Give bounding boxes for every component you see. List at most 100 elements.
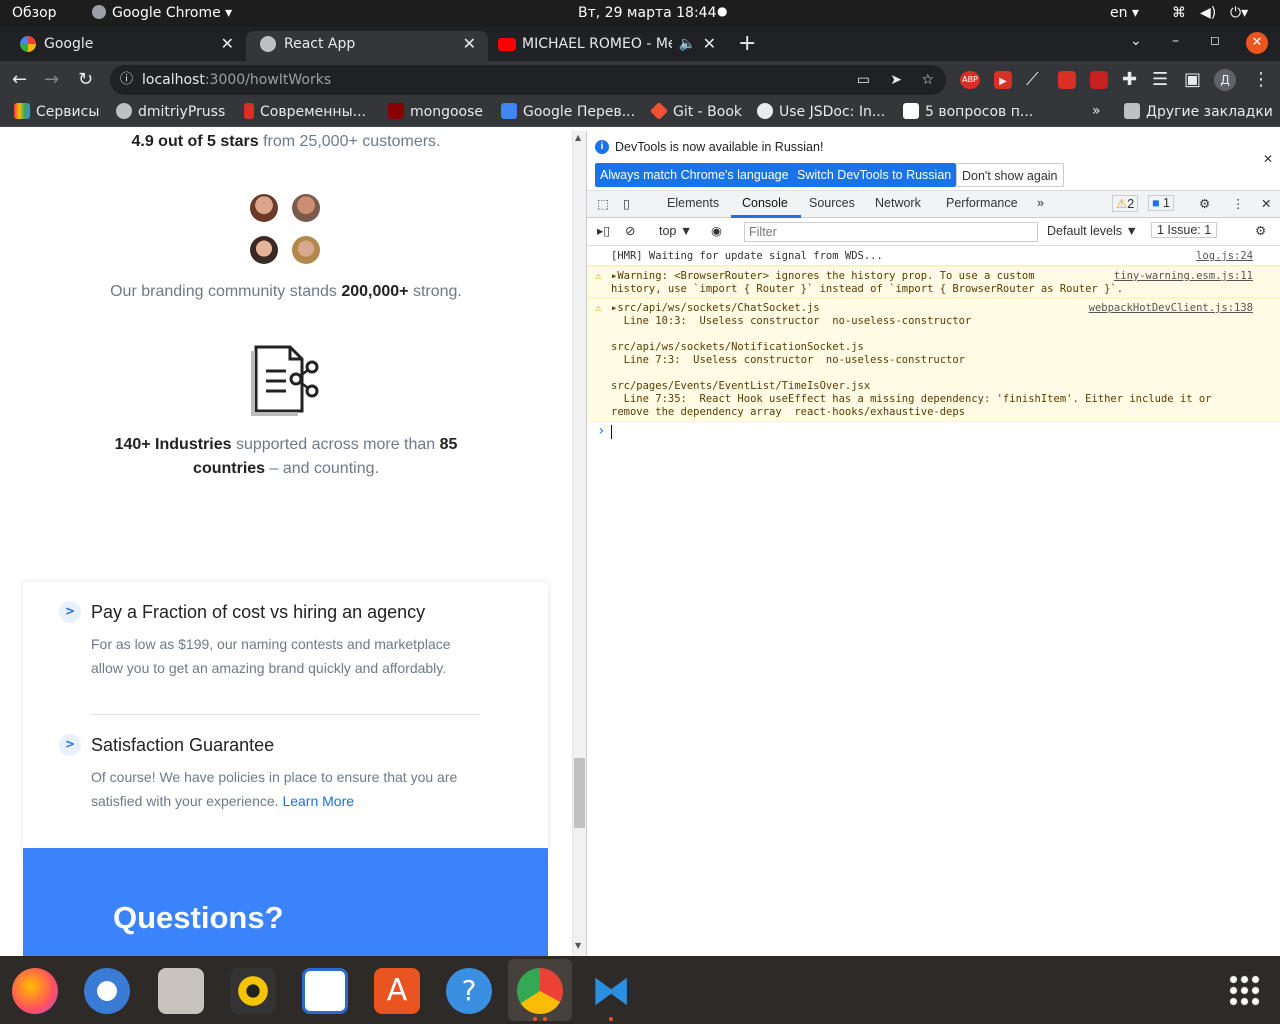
globe-favicon-icon — [260, 36, 276, 52]
device-toolbar-icon[interactable]: ▯ — [623, 196, 630, 211]
scroll-thumb[interactable] — [574, 758, 585, 828]
bookmark-star-icon[interactable]: ☆ — [921, 65, 934, 95]
log-levels-dropdown[interactable]: Default levels ▼ — [1047, 224, 1138, 238]
tab-youtube[interactable]: MICHAEL ROMEO - Me 🔈 ✕ — [488, 31, 728, 61]
extension-red-icon[interactable]: ▶ — [994, 71, 1012, 89]
warning-details[interactable]: ▸src/api/ws/sockets/ChatSocket.js Line 1… — [611, 302, 1212, 419]
tab-title: MICHAEL ROMEO - Me — [522, 36, 672, 52]
tab-network[interactable]: Network — [875, 196, 921, 210]
tab-elements[interactable]: Elements — [667, 196, 719, 210]
messages-badge[interactable]: ■ 1 — [1148, 195, 1174, 211]
warning-message[interactable]: ▸Warning: <BrowserRouter> ignores the hi… — [611, 270, 1035, 282]
issues-button[interactable]: 1 Issue: 1 — [1151, 222, 1218, 238]
network-icon[interactable]: ⌘ — [1172, 5, 1186, 21]
firefox-icon[interactable] — [12, 968, 58, 1014]
more-menu-icon[interactable]: ⋮ — [1252, 69, 1270, 91]
bookmark-questions[interactable]: 5 вопросов п... — [903, 103, 1033, 120]
community-bold: 200,000+ — [341, 283, 409, 300]
reload-icon[interactable]: ↻ — [78, 69, 93, 91]
bookmark-translate[interactable]: Google Перев... — [501, 103, 635, 120]
source-link[interactable]: log.js:24 — [1196, 250, 1253, 262]
reader-mode-icon[interactable]: ▭ — [857, 65, 870, 95]
bookmarks-overflow[interactable]: » — [1092, 103, 1101, 119]
source-link[interactable]: webpackHotDevClient.js:138 — [1089, 302, 1253, 314]
clock[interactable]: Вт, 29 марта 18:44 — [578, 5, 716, 21]
tab-console[interactable]: Console — [742, 196, 788, 210]
bookmark-apps[interactable]: Сервисы — [14, 103, 99, 120]
close-infobar-icon[interactable]: ✕ — [1263, 152, 1273, 166]
back-icon[interactable]: ← — [12, 69, 27, 91]
software-center-icon[interactable]: A — [374, 968, 420, 1014]
tab-performance[interactable]: Performance — [946, 196, 1018, 210]
eyedropper-icon[interactable]: ⟋ — [1026, 69, 1039, 91]
bookmark-modern[interactable]: Современны... — [244, 103, 366, 120]
send-to-device-icon[interactable]: ➤ — [890, 65, 902, 95]
scroll-up-icon[interactable]: ▲ — [575, 133, 581, 142]
source-link[interactable]: tiny-warning.esm.js:11 — [1114, 270, 1253, 282]
page-scrollbar[interactable]: ▲ ▼ — [572, 131, 586, 956]
devtools-menu-icon[interactable]: ⋮ — [1232, 196, 1245, 211]
reading-list-icon[interactable]: ☰ — [1152, 69, 1168, 91]
puzzle-icon[interactable]: ✚ — [1122, 69, 1137, 91]
devtools-language-infobar: i DevTools is now available in Russian! … — [587, 131, 1280, 191]
tab-sources[interactable]: Sources — [809, 196, 855, 210]
close-tab-icon[interactable]: ✕ — [703, 31, 716, 57]
info-icon[interactable]: ⓘ — [120, 65, 133, 95]
tab-search-icon[interactable]: ⌄ — [1130, 33, 1142, 49]
close-tab-icon[interactable]: ✕ — [463, 31, 476, 57]
address-bar[interactable]: ⓘ localhost:3000/howItWorks ▭ ➤ ☆ — [110, 65, 946, 95]
thunderbird-icon[interactable] — [84, 968, 130, 1014]
close-tab-icon[interactable]: ✕ — [221, 31, 234, 57]
close-window-icon[interactable]: ✕ — [1246, 32, 1268, 54]
dont-show-again-button[interactable]: Don't show again — [956, 163, 1064, 187]
show-apps-grid-icon[interactable] — [1228, 974, 1260, 1006]
rhythmbox-icon[interactable] — [230, 968, 276, 1014]
new-tab-icon[interactable]: + — [738, 31, 756, 56]
bookmark-jsdoc[interactable]: Use JSDoc: In... — [757, 103, 885, 120]
warning-icon: ⚠ — [595, 302, 602, 314]
console-prompt[interactable]: › — [587, 423, 1280, 441]
side-panel-icon[interactable]: ▣ — [1184, 69, 1201, 91]
chrome-icon[interactable] — [517, 968, 563, 1014]
power-icon[interactable]: ⏻▾ — [1230, 5, 1248, 21]
more-tabs-icon[interactable]: » — [1037, 196, 1044, 210]
help-icon[interactable]: ? — [446, 968, 492, 1014]
tab-google[interactable]: Google ✕ — [0, 31, 246, 61]
tab-react-app[interactable]: React App ✕ — [246, 31, 488, 61]
settings-gear-icon[interactable]: ⚙ — [1199, 196, 1210, 211]
forward-icon[interactable]: → — [44, 69, 59, 91]
scroll-down-icon[interactable]: ▼ — [575, 941, 581, 950]
info-icon: i — [595, 140, 609, 154]
language-indicator[interactable]: en ▾ — [1110, 5, 1139, 21]
vscode-icon[interactable]: ⧓ — [588, 968, 634, 1014]
bookmark-git[interactable]: Git - Book — [649, 101, 742, 121]
bookmark-other[interactable]: Другие закладки — [1124, 103, 1273, 120]
activities-button[interactable]: Обзор — [12, 5, 57, 21]
learn-more-link[interactable]: Learn More — [282, 793, 354, 809]
console-settings-icon[interactable]: ⚙ — [1255, 223, 1266, 238]
files-icon[interactable] — [158, 968, 204, 1014]
profile-avatar[interactable]: Д — [1214, 69, 1236, 91]
console-filter-input[interactable] — [744, 222, 1038, 242]
switch-russian-button[interactable]: Switch DevTools to Russian — [792, 163, 957, 187]
libreoffice-writer-icon[interactable] — [302, 968, 348, 1014]
audio-playing-icon[interactable]: 🔈 — [679, 31, 696, 57]
sidebar-toggle-icon[interactable]: ▸▯ — [597, 223, 610, 238]
close-devtools-icon[interactable]: ✕ — [1261, 196, 1271, 211]
warning-message: history, use `import { Router }` instead… — [611, 283, 1124, 295]
context-selector[interactable]: top ▼ — [659, 224, 692, 238]
clear-console-icon[interactable]: ⊘ — [625, 223, 635, 238]
inspect-element-icon[interactable]: ⬚ — [597, 196, 609, 211]
app-menu[interactable]: Google Chrome ▾ — [92, 5, 232, 21]
extension-icon[interactable] — [1058, 71, 1076, 89]
volume-icon[interactable]: ◀) — [1200, 5, 1216, 21]
warnings-badge[interactable]: ⚠2 — [1112, 195, 1139, 212]
minimize-icon[interactable]: – — [1172, 33, 1179, 49]
bookmark-mongoose[interactable]: mongoose — [388, 103, 483, 120]
extension-icon[interactable] — [1090, 71, 1108, 89]
live-expression-eye-icon[interactable]: ◉ — [711, 223, 722, 238]
maximize-icon[interactable]: ◻ — [1210, 33, 1220, 47]
bookmark-github[interactable]: dmitriyPruss — [116, 103, 225, 120]
match-language-button[interactable]: Always match Chrome's language — [595, 163, 794, 187]
adblock-icon[interactable]: ABP — [960, 71, 980, 89]
